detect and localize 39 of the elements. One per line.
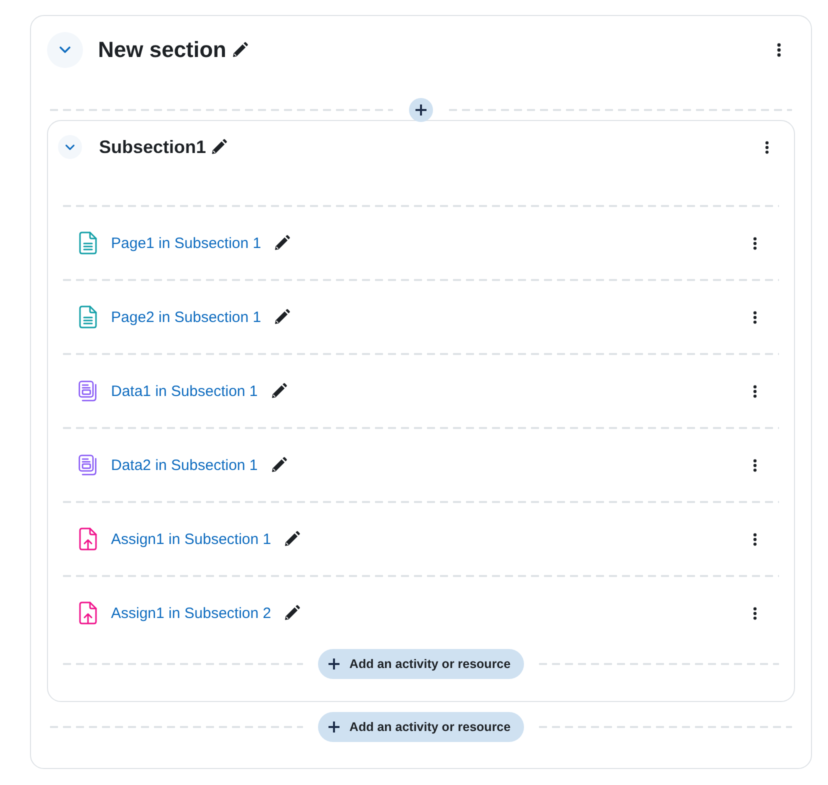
- activity-link[interactable]: Page1 in Subsection 1: [111, 234, 262, 252]
- collapse-button[interactable]: [58, 135, 82, 159]
- kebab-menu-icon[interactable]: [777, 43, 781, 57]
- pencil-icon[interactable]: [274, 235, 290, 251]
- document-icon: [78, 231, 98, 255]
- subsection-title: Subsection1: [99, 136, 206, 158]
- upload-file-icon: [78, 601, 98, 625]
- add-activity-button[interactable]: Add an activity or resource: [318, 712, 524, 742]
- pencil-icon[interactable]: [270, 457, 287, 473]
- database-icon: [78, 379, 98, 403]
- plus-icon: [328, 721, 340, 733]
- activity-link[interactable]: Data1 in Subsection 1: [111, 382, 258, 400]
- pencil-icon[interactable]: [284, 531, 300, 547]
- database-icon: [78, 453, 98, 477]
- activity-link[interactable]: Assign1 in Subsection 1: [111, 530, 272, 548]
- kebab-menu-icon[interactable]: [753, 384, 757, 398]
- kebab-menu-icon[interactable]: [765, 140, 769, 154]
- kebab-menu-icon[interactable]: [753, 606, 757, 620]
- plus-icon: [328, 658, 340, 670]
- upload-file-icon: [78, 527, 98, 551]
- kebab-menu-icon[interactable]: [753, 236, 757, 250]
- pencil-icon[interactable]: [270, 383, 287, 399]
- kebab-menu-icon[interactable]: [753, 532, 757, 546]
- plus-icon: [415, 104, 427, 116]
- activity-link[interactable]: Data2 in Subsection 1: [111, 456, 258, 474]
- pencil-icon[interactable]: [211, 139, 228, 155]
- pencil-icon[interactable]: [274, 309, 290, 325]
- pencil-icon[interactable]: [284, 605, 300, 621]
- chevron-icon: [59, 46, 71, 54]
- kebab-menu-icon[interactable]: [753, 458, 757, 472]
- chevron-icon: [65, 144, 75, 150]
- kebab-menu-icon[interactable]: [753, 310, 757, 324]
- activity-link[interactable]: Page2 in Subsection 1: [111, 308, 262, 326]
- document-icon: [78, 305, 98, 329]
- pencil-icon[interactable]: [232, 42, 248, 58]
- section-title: New section: [98, 37, 226, 63]
- add-activity-button[interactable]: Add an activity or resource: [318, 649, 524, 679]
- activity-link[interactable]: Assign1 in Subsection 2: [111, 604, 272, 622]
- add-section-button[interactable]: [409, 98, 433, 122]
